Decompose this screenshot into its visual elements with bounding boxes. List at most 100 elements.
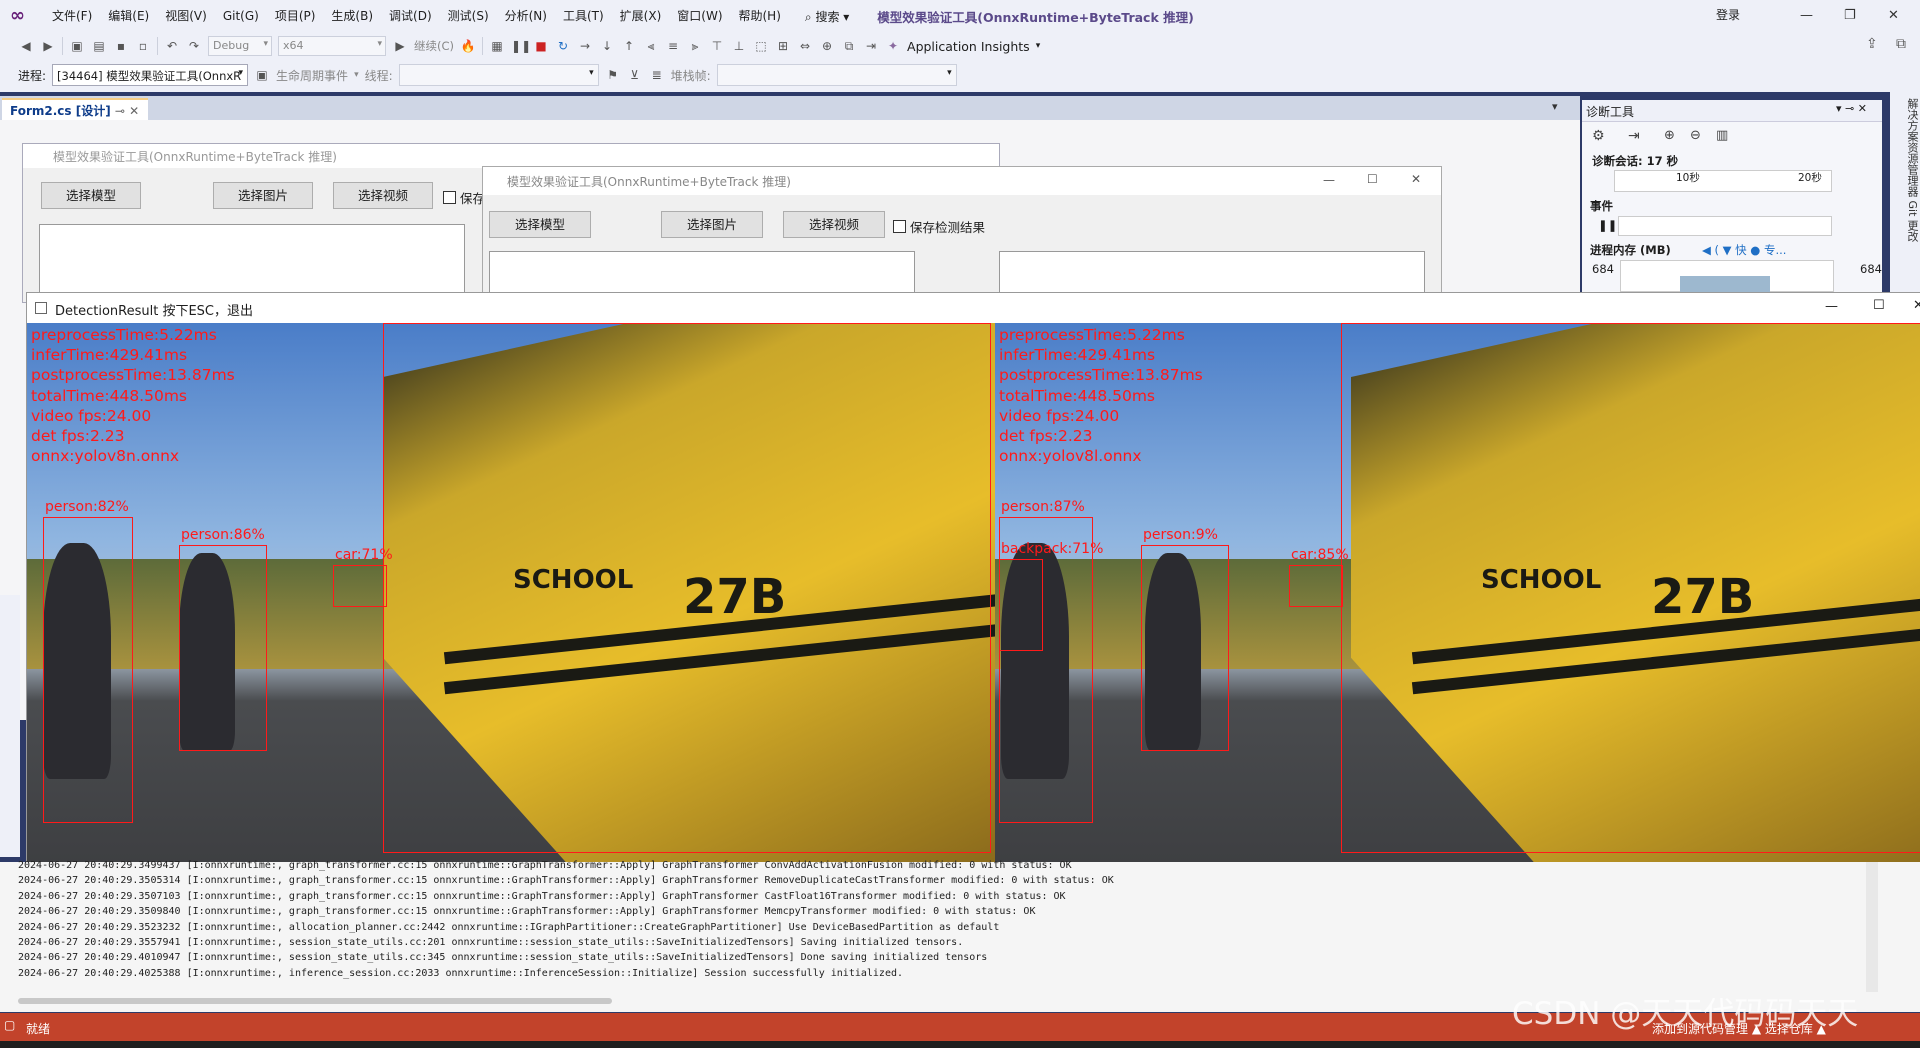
- horizontal-scrollbar[interactable]: [18, 998, 612, 1004]
- detection-frame-left: SCHOOL 27B preprocessTime:5.22ms inferTi…: [27, 323, 995, 863]
- tab-order-icon[interactable]: ⇥: [863, 38, 879, 54]
- menu-window[interactable]: 窗口(W): [669, 0, 730, 32]
- restart-icon[interactable]: ↻: [555, 38, 571, 54]
- panel-menu-icon[interactable]: ▾ ⊸ ✕: [1836, 102, 1867, 115]
- spacing-icon[interactable]: ⇔: [797, 38, 813, 54]
- select-image-button[interactable]: 选择图片: [661, 211, 763, 238]
- feedback-icon[interactable]: ⧉: [1896, 36, 1906, 52]
- step-over-icon[interactable]: →: [577, 38, 593, 54]
- zoom-in-icon[interactable]: ⊕: [1664, 128, 1675, 143]
- menu-debug[interactable]: 调试(D): [381, 0, 440, 32]
- thread-select[interactable]: [398, 64, 599, 86]
- tab-overflow-icon[interactable]: ▾: [1552, 100, 1558, 113]
- close-tab-icon[interactable]: ✕: [129, 104, 139, 118]
- menu-test[interactable]: 测试(S): [440, 0, 497, 32]
- minimize-icon[interactable]: —: [1800, 8, 1813, 23]
- menu-edit[interactable]: 编辑(E): [100, 0, 157, 32]
- save-all-icon[interactable]: ▫: [135, 38, 151, 54]
- select-model-button[interactable]: 选择模型: [489, 211, 591, 238]
- tab-form2-designer[interactable]: Form2.cs [设计] ⊸ ✕: [2, 98, 148, 120]
- form2-minimize-icon[interactable]: —: [1323, 173, 1335, 187]
- back-icon[interactable]: ◀: [18, 38, 34, 54]
- form2-close-icon[interactable]: ✕: [1411, 172, 1421, 186]
- visual-studio-logo-icon[interactable]: ∞: [10, 6, 36, 26]
- export-icon[interactable]: ⇥: [1628, 128, 1640, 144]
- application-insights-button[interactable]: Application Insights: [907, 39, 1030, 54]
- step-out-icon[interactable]: ↑: [621, 38, 637, 54]
- output-log-line: 2024-06-27 20:40:29.4010947 [I:onnxrunti…: [18, 952, 988, 964]
- menu-project[interactable]: 项目(P): [267, 0, 324, 32]
- filter-icon[interactable]: ⊻: [627, 67, 643, 83]
- stack-frame-select[interactable]: [716, 64, 957, 86]
- detection-maximize-icon[interactable]: ☐: [1873, 298, 1885, 313]
- redo-icon[interactable]: ↷: [186, 38, 202, 54]
- stack-icon[interactable]: ≣: [649, 67, 665, 83]
- select-video-button[interactable]: 选择视频: [333, 182, 433, 209]
- step-into-icon[interactable]: ↓: [599, 38, 615, 54]
- continue-icon[interactable]: ▶: [392, 38, 408, 54]
- menu-build[interactable]: 生成(B): [323, 0, 381, 32]
- left-tool-strip[interactable]: [0, 595, 20, 857]
- center-icon[interactable]: ⊕: [819, 38, 835, 54]
- menu-view[interactable]: 视图(V): [157, 0, 215, 32]
- zoom-out-icon[interactable]: ⊖: [1690, 128, 1701, 143]
- config-select[interactable]: Debug: [208, 36, 272, 56]
- continue-button[interactable]: 继续(C): [414, 38, 454, 54]
- open-folder-icon[interactable]: ▤: [91, 38, 107, 54]
- pause-events-icon[interactable]: ❚❚: [1598, 218, 1617, 232]
- save-results-checkbox[interactable]: 保存检测结果: [893, 217, 985, 236]
- align-top-icon[interactable]: ⊤: [709, 38, 725, 54]
- forward-icon[interactable]: ▶: [40, 38, 56, 54]
- output-log: 2024-06-27 20:40:29.3499437 [I:onnxrunti…: [18, 858, 1114, 981]
- hot-reload-icon[interactable]: 🔥: [460, 38, 476, 54]
- form1-title: 模型效果验证工具(OnnxRuntime+ByteTrack 推理): [23, 144, 999, 168]
- form2-maximize-icon[interactable]: ☐: [1367, 172, 1378, 186]
- settings-icon[interactable]: ⚙: [1592, 128, 1605, 144]
- vertical-scrollbar[interactable]: [1866, 862, 1878, 992]
- pause-icon[interactable]: ❚❚: [511, 38, 531, 54]
- select-video-button[interactable]: 选择视频: [783, 211, 885, 238]
- menu-git[interactable]: Git(G): [215, 0, 267, 32]
- layout-icon[interactable]: ▦: [489, 38, 505, 54]
- search-button[interactable]: ⌕ 搜索 ▾: [797, 8, 857, 25]
- align-right-icon[interactable]: ⫸: [687, 38, 703, 54]
- detection-close-icon[interactable]: ✕: [1913, 298, 1920, 313]
- new-project-icon[interactable]: ▣: [69, 38, 85, 54]
- lifecycle-events-button[interactable]: 生命周期事件: [276, 67, 348, 84]
- platform-select[interactable]: x64: [278, 36, 386, 56]
- process-select[interactable]: [34464] 模型效果验证工具(OnnxR: [52, 64, 249, 86]
- login-link[interactable]: 登录: [1716, 6, 1740, 23]
- separator: [157, 37, 158, 55]
- select-image-button[interactable]: 选择图片: [213, 182, 313, 209]
- menu-file[interactable]: 文件(F): [44, 0, 100, 32]
- output-log-line: 2024-06-27 20:40:29.3509840 [I:onnxrunti…: [18, 906, 1036, 918]
- chevron-down-icon[interactable]: ▾: [1036, 41, 1041, 51]
- detection-minimize-icon[interactable]: —: [1825, 299, 1838, 314]
- bbox-bus: [383, 323, 991, 853]
- order-icon[interactable]: ⧉: [841, 38, 857, 54]
- undo-icon[interactable]: ↶: [164, 38, 180, 54]
- menu-extensions[interactable]: 扩展(X): [612, 0, 670, 32]
- close-icon[interactable]: ✕: [1888, 8, 1899, 23]
- events-section-title[interactable]: 事件: [1590, 198, 1613, 214]
- menu-analyze[interactable]: 分析(N): [497, 0, 555, 32]
- align-bottom-icon[interactable]: ⊥: [731, 38, 747, 54]
- pin-icon[interactable]: ⊸: [115, 104, 125, 118]
- grid-icon[interactable]: ⊞: [775, 38, 791, 54]
- align-left-icon[interactable]: ⫷: [643, 38, 659, 54]
- share-icon[interactable]: ⇪: [1866, 36, 1878, 52]
- memory-section-title[interactable]: 进程内存 (MB): [1590, 242, 1671, 258]
- menu-tools[interactable]: 工具(T): [555, 0, 612, 32]
- stop-icon[interactable]: ■: [533, 38, 549, 54]
- chart-icon[interactable]: ▥: [1716, 128, 1728, 143]
- bbox-bus: [1341, 323, 1920, 853]
- flag-icon[interactable]: ⚑: [605, 67, 621, 83]
- save-checkbox[interactable]: 保存: [443, 188, 485, 207]
- save-icon[interactable]: ▪: [113, 38, 129, 54]
- align-center-icon[interactable]: ≡: [665, 38, 681, 54]
- same-size-icon[interactable]: ⬚: [753, 38, 769, 54]
- restore-icon[interactable]: ❐: [1844, 8, 1856, 23]
- select-model-button[interactable]: 选择模型: [41, 182, 141, 209]
- chevron-down-icon[interactable]: ▾: [354, 70, 359, 80]
- menu-help[interactable]: 帮助(H): [731, 0, 789, 32]
